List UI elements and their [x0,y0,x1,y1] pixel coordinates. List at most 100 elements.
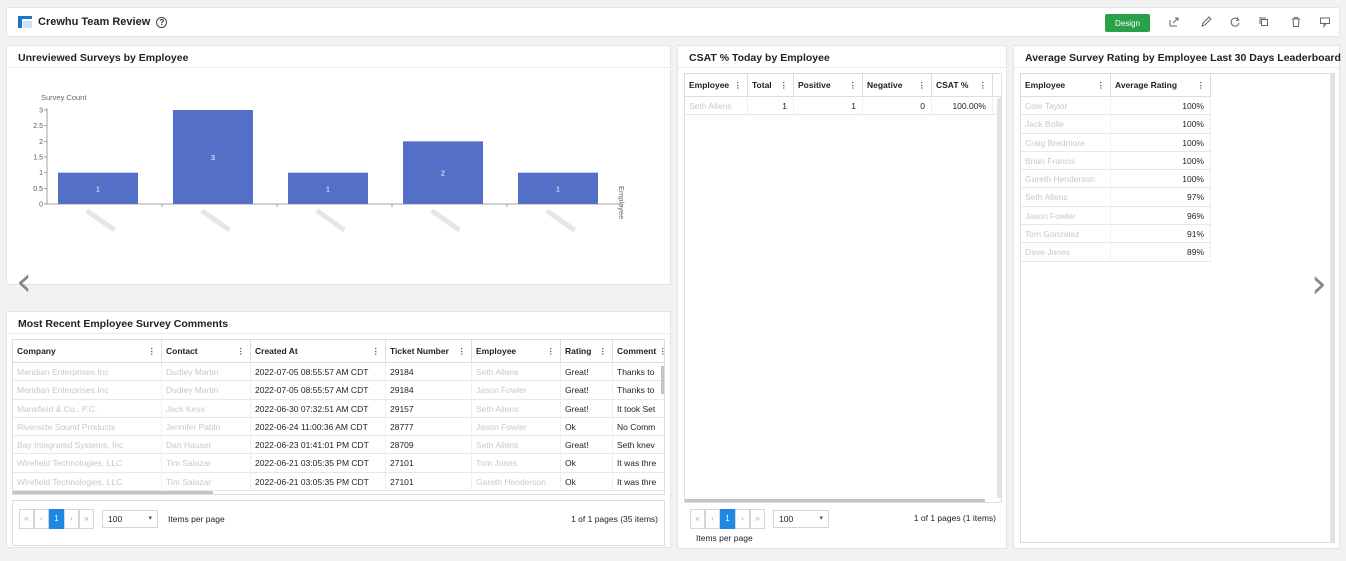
table-cell: Wirefield Technologies, LLC [13,454,162,472]
table-cell: Seth knev [613,436,664,453]
table-row[interactable]: Bay Integrated Systems, Inc Dan Hauser 202… [13,436,664,455]
table-cell: Dave Jones [1021,243,1111,261]
column-menu-icon[interactable]: ⋮ [780,74,789,96]
page-size-select[interactable]: 100 ▾ [102,510,158,528]
table-row[interactable]: Wirefield Technologies, LLC Tim Salazar 20… [13,472,664,492]
bar-data-label: 2 [441,169,445,178]
horizontal-scrollbar[interactable] [685,499,985,502]
comments-column-header[interactable]: Comment⋮ [613,340,665,362]
table-row[interactable]: Seth Allens 97% [1021,188,1211,207]
table-cell: Dudley Martin [162,363,251,381]
column-menu-icon[interactable]: ⋮ [918,74,927,96]
prev-page-button[interactable]: ‹ [34,509,49,529]
vertical-scrollbar[interactable] [1330,74,1334,542]
csat-column-header[interactable]: Positive ⋮ [794,74,863,96]
table-cell: Mansfield & Co., P.C. [13,399,162,417]
page-1-button[interactable]: 1 [720,509,735,529]
design-button[interactable]: Design [1105,14,1150,32]
vertical-scrollbar[interactable] [997,98,1001,498]
table-row[interactable]: Dave Jones 89% [1021,243,1211,262]
table-cell: Bay Integrated Systems, Inc [13,436,162,454]
table-row[interactable]: Mansfield & Co., P.C. Jack Kess 2022-06-30… [13,399,664,418]
comments-column-header[interactable]: Created At ⋮ [251,340,386,362]
table-row[interactable]: Meridian Enterprises Inc Dudley Martin 202… [13,363,664,382]
first-page-button[interactable]: « [690,509,705,529]
column-menu-icon[interactable]: ⋮ [458,340,467,362]
table-row[interactable]: Seth Allens 1 1 0 100.00% [685,97,1001,116]
page-1-button[interactable]: 1 [49,509,64,529]
refresh-icon[interactable] [1228,16,1242,30]
table-row[interactable]: Riverside Sound Products Jennifer Pablo 20… [13,417,664,437]
csat-column-header[interactable]: Negative ⋮ [863,74,932,96]
unreviewed-surveys-panel: Unreviewed Surveys by Employee Survey Co… [6,45,671,285]
comments-column-header[interactable]: Employee ⋮ [472,340,561,362]
table-cell: Meridian Enterprises Inc [13,363,162,381]
csat-column-header[interactable]: Total ⋮ [748,74,794,96]
prev-page-button[interactable]: ‹ [705,509,720,529]
column-menu-icon[interactable]: ⋮ [849,74,858,96]
first-page-button[interactable]: « [19,509,34,529]
column-menu-icon[interactable]: ⋮ [659,340,665,362]
comments-column-header[interactable]: Rating ⋮ [561,340,613,362]
csat-column-header[interactable]: CSAT % ⋮ [932,74,993,96]
column-menu-icon[interactable]: ⋮ [734,74,743,96]
leaderboard-grid-body: Cole Taylor 100% Jack Bolle 100% Craig Bredm… [1021,97,1211,262]
table-row[interactable]: Jack Bolle 100% [1021,115,1211,134]
csat-pager-bar: « ‹ 1 › » 100 ▾ 1 of 1 pages (1 items) It… [684,506,1002,548]
page-size-select[interactable]: 100 ▾ [773,510,829,528]
help-icon[interactable]: ? [156,16,168,28]
table-row[interactable]: Jason Fowler 96% [1021,206,1211,226]
table-row[interactable]: Tom Gonzalez 91% [1021,225,1211,244]
table-cell: 2022-06-23 01:41:01 PM CDT [251,436,386,454]
column-menu-icon[interactable]: ⋮ [1197,74,1206,96]
comments-pager-bar: « ‹ 1 › » 100 ▾ Items per page 1 of 1 pag… [12,500,665,546]
table-cell: Jason Fowler [1021,206,1111,225]
table-row[interactable]: Gareth Henderson 100% [1021,170,1211,189]
horizontal-scrollbar[interactable] [13,491,213,494]
edit-icon[interactable] [1199,16,1213,30]
column-menu-icon[interactable]: ⋮ [372,340,381,362]
table-row[interactable]: Cole Taylor 100% [1021,97,1211,116]
carousel-next-arrow-icon[interactable]: › [1311,264,1327,304]
x-tick-label-obscured [85,208,117,233]
comments-column-header[interactable]: Contact ⋮ [162,340,251,362]
table-cell: Great! [561,363,613,381]
share-icon[interactable] [1167,16,1181,30]
csat-column-header[interactable]: Employee ⋮ [685,74,748,96]
table-cell: Great! [561,399,613,417]
table-row[interactable]: Wirefield Technologies, LLC Tim Salazar 20… [13,454,664,473]
table-cell: Craig Bredmore [1021,133,1111,151]
table-cell: Riverside Sound Products [13,417,162,436]
leaderboard-grid: Employee ⋮ Average Rating ⋮ Cole Taylor 100%… [1020,73,1335,543]
column-menu-icon[interactable]: ⋮ [547,340,556,362]
table-row[interactable]: Brian Francis 100% [1021,151,1211,171]
survey-comments-panel: Most Recent Employee Survey Comments Com… [6,311,671,548]
comments-column-header[interactable]: Company ⋮ [13,340,162,362]
comment-icon[interactable] [1318,16,1332,30]
table-cell: Thanks to [613,381,664,398]
carousel-prev-arrow-icon[interactable]: ‹ [16,262,32,302]
column-menu-icon[interactable]: ⋮ [979,74,988,96]
table-row[interactable]: Meridian Enterprises Inc Dudley Martin 202… [13,381,664,400]
table-cell: Tom Gonzalez [1021,225,1111,243]
column-menu-icon[interactable]: ⋮ [148,340,157,362]
table-cell: Dan Hauser [162,436,251,454]
last-page-button[interactable]: » [750,509,765,529]
items-per-page-label: Items per page [696,533,753,543]
column-menu-icon[interactable]: ⋮ [237,340,246,362]
table-cell: Ok [561,472,613,491]
table-row[interactable]: Craig Bredmore 100% [1021,133,1211,152]
next-page-button[interactable]: › [735,509,750,529]
column-menu-icon[interactable]: ⋮ [599,340,608,362]
last-page-button[interactable]: » [79,509,94,529]
column-menu-icon[interactable]: ⋮ [1097,74,1106,96]
next-page-button[interactable]: › [64,509,79,529]
table-cell: 100% [1111,115,1211,133]
comments-column-header[interactable]: Ticket Number ⋮ [386,340,472,362]
leaderboard-column-header[interactable]: Employee ⋮ [1021,74,1111,96]
delete-icon[interactable] [1289,16,1303,30]
header-bar: Crewhu Team Review ? Design [6,7,1340,37]
vertical-scrollbar[interactable] [661,366,664,394]
leaderboard-column-header[interactable]: Average Rating ⋮ [1111,74,1211,96]
copy-icon[interactable] [1257,16,1271,30]
